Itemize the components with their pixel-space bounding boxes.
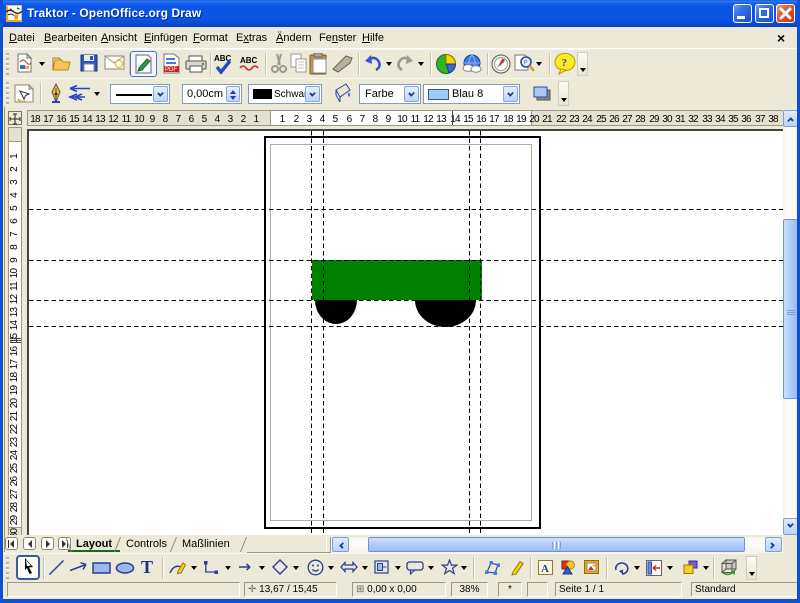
svg-text:P: P [524,61,528,67]
svg-text:PDF: PDF [165,67,177,73]
svg-text:?: ? [562,57,568,69]
svg-text:A: A [541,563,549,575]
svg-text:ABC: ABC [240,56,258,65]
